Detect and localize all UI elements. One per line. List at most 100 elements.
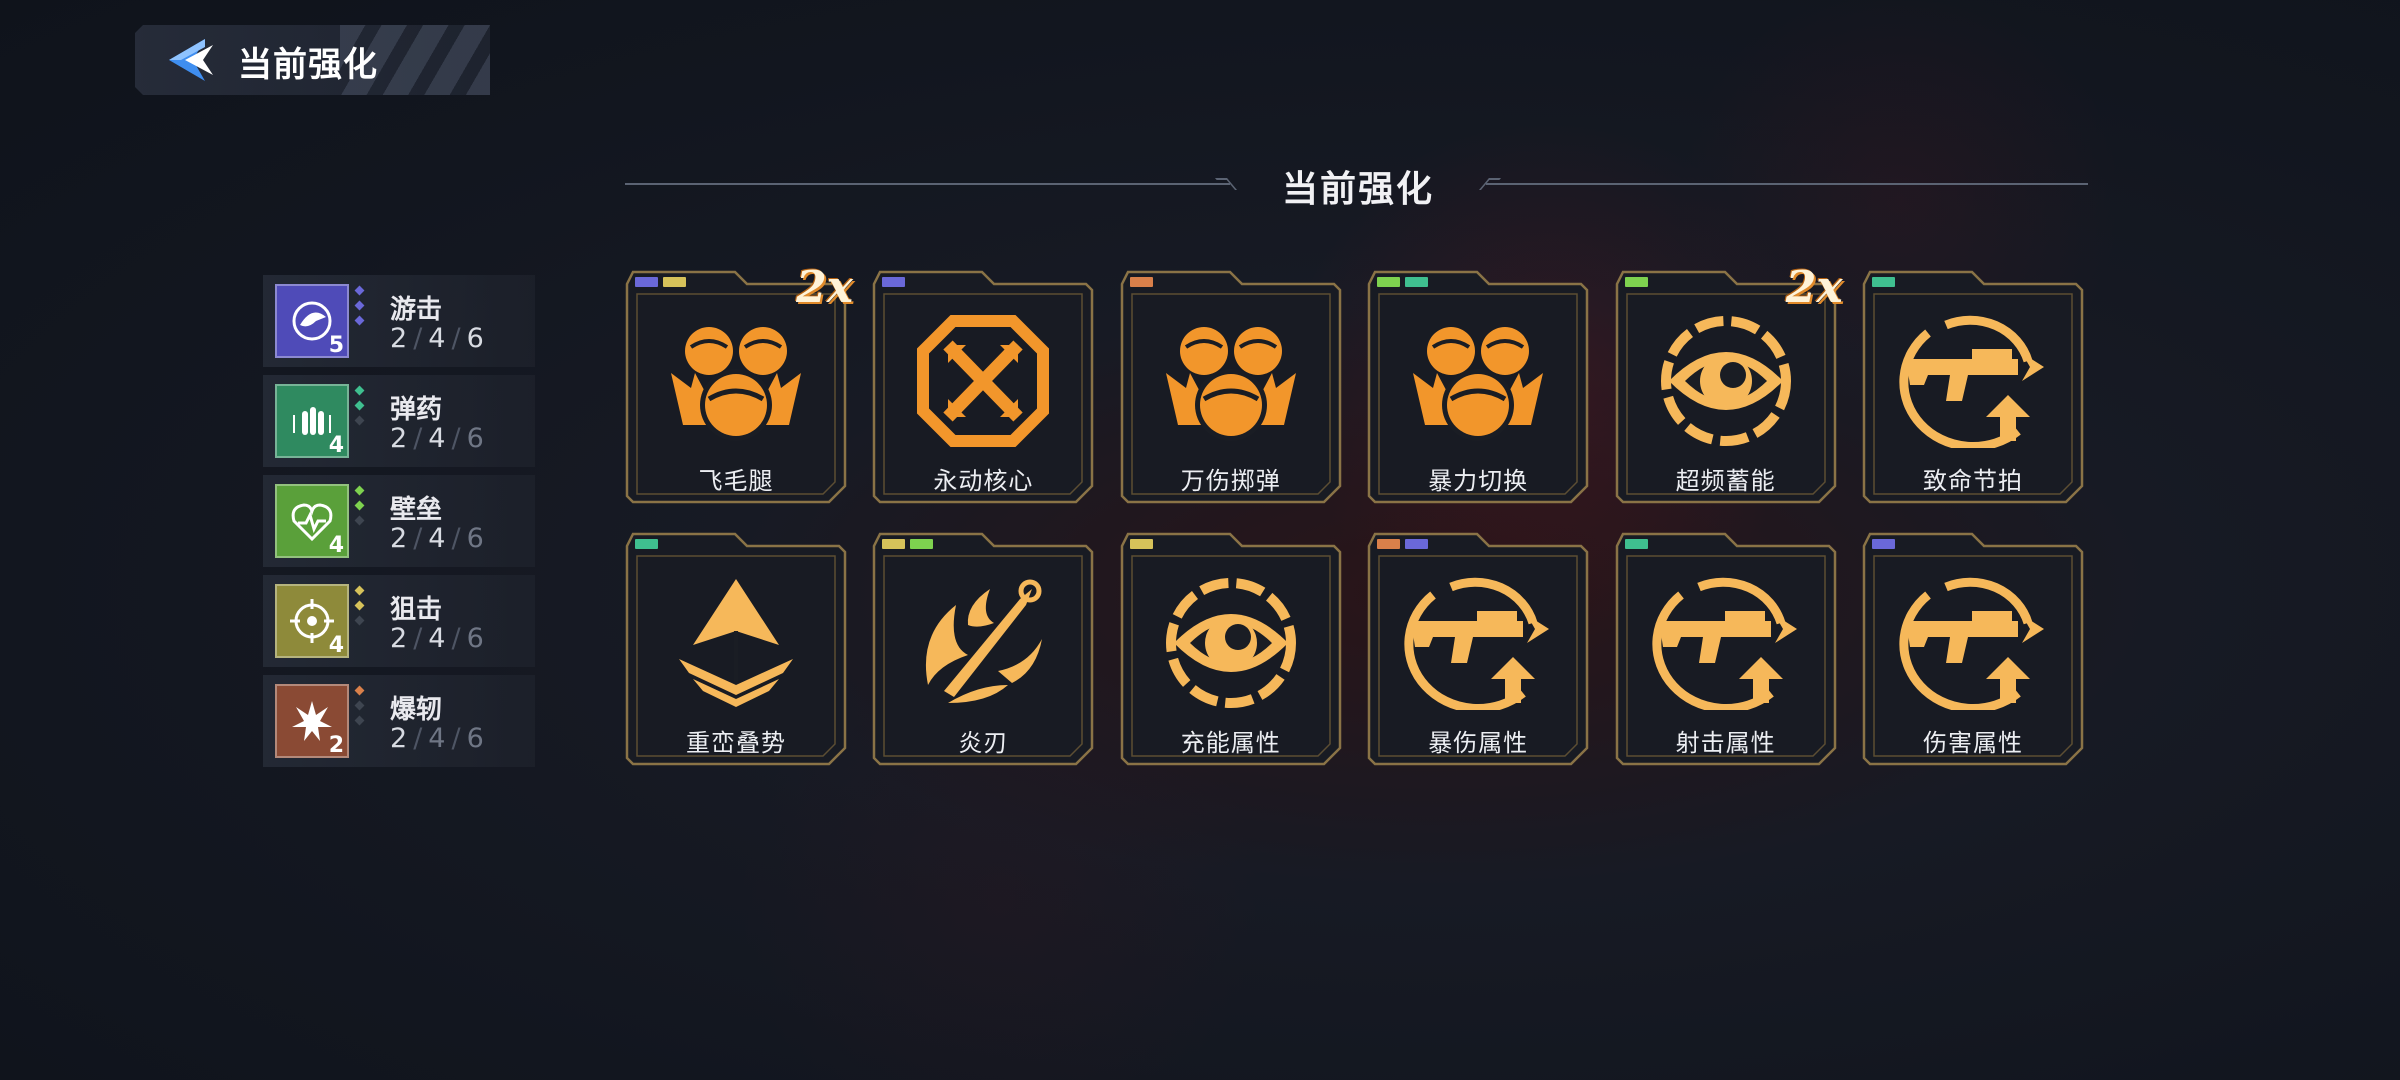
gun-upgrade-icon xyxy=(1898,575,2048,714)
synergy-name: 游击 xyxy=(390,295,443,325)
synergy-tier: 6 xyxy=(466,523,484,554)
synergy-tier: 2 xyxy=(390,723,408,754)
enhancement-card[interactable]: 永动核心 xyxy=(872,268,1094,506)
card-label: 炎刃 xyxy=(958,729,1009,757)
tier-dot xyxy=(354,515,365,526)
synergy-tier-dots xyxy=(354,485,365,532)
synergy-tag xyxy=(1624,539,1648,549)
synergy-tier: 2 xyxy=(390,623,408,654)
section-divider-left xyxy=(625,183,1230,185)
card-tags xyxy=(882,277,906,287)
section-divider-right xyxy=(1486,183,2088,185)
burst-icon: 2 xyxy=(275,684,349,758)
tier-dot xyxy=(354,585,365,596)
tier-separator: / xyxy=(413,623,423,654)
synergy-tier: 2 xyxy=(390,323,408,354)
synergy-tag xyxy=(1377,277,1401,287)
tier-separator: / xyxy=(451,523,461,554)
tier-separator: / xyxy=(451,423,461,454)
stack-badge: 2x xyxy=(1785,262,1843,313)
synergy-count: 4 xyxy=(328,433,344,458)
synergy-count: 2 xyxy=(328,733,344,758)
card-tags xyxy=(1377,539,1429,549)
enhancement-card[interactable]: 致命节拍 xyxy=(1862,268,2084,506)
tier-dot xyxy=(354,700,365,711)
card-label: 射击属性 xyxy=(1675,729,1776,757)
synergy-tag xyxy=(635,277,658,287)
card-label: 致命节拍 xyxy=(1923,467,2023,495)
synergy-row[interactable]: 2 爆轫 2/4/6 xyxy=(263,675,535,767)
synergy-tier: 6 xyxy=(466,423,484,454)
synergy-tier-dots xyxy=(354,285,365,332)
synergy-tag xyxy=(882,539,906,549)
tier-dot xyxy=(354,685,365,696)
arrow-stack-icon xyxy=(661,575,811,710)
tier-separator: / xyxy=(413,423,423,454)
top-header: 当前强化 xyxy=(135,25,490,95)
synergy-tier: 4 xyxy=(428,723,446,754)
synergy-tier: 4 xyxy=(428,623,446,654)
dual-orb-icon xyxy=(661,313,811,448)
synergy-name: 壁垒 xyxy=(390,495,443,525)
tier-dot xyxy=(354,600,365,611)
enhancement-card[interactable]: 飞毛腿 2x xyxy=(625,262,853,506)
section-title: 当前强化 xyxy=(1281,169,1434,210)
back-arrow-icon xyxy=(163,35,215,85)
card-tags xyxy=(1129,539,1153,549)
synergy-tiers: 2/4/6 xyxy=(390,323,484,354)
synergy-name: 爆轫 xyxy=(390,695,443,725)
synergy-tier-dots xyxy=(354,585,365,632)
enhancement-card[interactable]: 万伤掷弹 xyxy=(1120,268,1342,506)
card-label: 万伤掷弹 xyxy=(1180,467,1281,495)
synergy-row[interactable]: 4 弹药 2/4/6 xyxy=(263,375,535,467)
synergy-tag xyxy=(1624,277,1648,287)
tier-separator: / xyxy=(451,323,461,354)
synergy-tag xyxy=(1129,539,1153,549)
enhancement-card[interactable]: 充能属性 xyxy=(1120,530,1342,768)
synergy-tiers: 2/4/6 xyxy=(390,523,484,554)
gun-upgrade-icon xyxy=(1898,313,2048,452)
synergy-tag xyxy=(1129,277,1153,287)
enhancement-card[interactable]: 伤害属性 xyxy=(1862,530,2084,768)
tier-dot xyxy=(354,300,365,311)
card-tags xyxy=(882,539,934,549)
tier-dot xyxy=(354,415,365,426)
synergy-tier: 6 xyxy=(466,323,484,354)
synergy-tag xyxy=(1872,539,1895,549)
synergy-tier: 4 xyxy=(428,423,446,454)
tier-dot xyxy=(354,385,365,396)
enhancement-card[interactable]: 炎刃 xyxy=(872,530,1094,768)
stack-badge: 2x xyxy=(796,262,853,313)
synergy-tag xyxy=(1872,277,1895,287)
enhancement-card[interactable]: 射击属性 xyxy=(1615,530,1837,768)
tier-separator: / xyxy=(451,623,461,654)
synergy-count: 5 xyxy=(328,333,344,358)
synergy-tag xyxy=(635,539,658,549)
synergy-row[interactable]: 4 壁垒 2/4/6 xyxy=(263,475,535,567)
enhancement-card[interactable]: 暴伤属性 xyxy=(1367,530,1589,768)
card-tags xyxy=(1872,277,1895,287)
enhancement-card[interactable]: 超频蓄能 2x xyxy=(1615,262,1843,506)
synergy-list: 5 游击 2/4/6 4 弹药 2/4/6 4 壁垒 2/4/6 4 狙击 2/… xyxy=(263,275,535,775)
synergy-tier: 4 xyxy=(428,323,446,354)
eye-gear-icon xyxy=(1156,575,1306,710)
dual-orb-icon xyxy=(1156,313,1306,448)
synergy-count: 4 xyxy=(328,633,344,658)
tier-dot xyxy=(354,400,365,411)
synergy-tiers: 2/4/6 xyxy=(390,623,484,654)
header-title: 当前强化 xyxy=(238,45,378,85)
gun-upgrade-icon xyxy=(1403,575,1553,714)
synergy-row[interactable]: 5 游击 2/4/6 xyxy=(263,275,535,367)
synergy-tier: 6 xyxy=(466,623,484,654)
gun-upgrade-icon xyxy=(1651,575,1801,714)
core-cross-icon xyxy=(908,313,1058,448)
card-tags xyxy=(635,277,686,287)
back-button[interactable] xyxy=(163,35,215,85)
tier-dot xyxy=(354,500,365,511)
enhancement-card[interactable]: 暴力切换 xyxy=(1367,268,1589,506)
synergy-tier-dots xyxy=(354,685,365,732)
dual-orb-icon xyxy=(1403,313,1553,448)
bulwark-icon: 4 xyxy=(275,484,349,558)
enhancement-card[interactable]: 重峦叠势 xyxy=(625,530,847,768)
synergy-row[interactable]: 4 狙击 2/4/6 xyxy=(263,575,535,667)
